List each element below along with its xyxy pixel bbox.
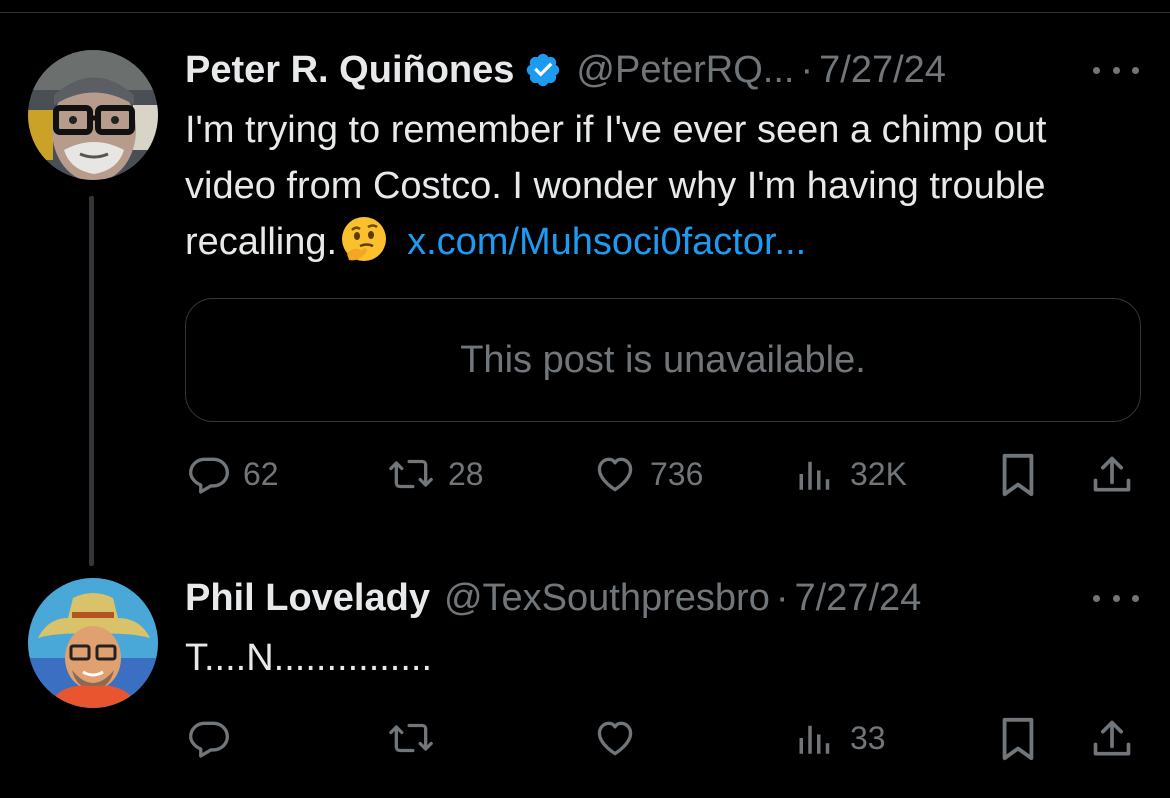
tweet-text: I'm trying to remember if I've ever seen…: [185, 102, 1145, 270]
top-divider: [0, 12, 1170, 13]
repost-icon: [386, 716, 436, 760]
bookmark-button[interactable]: [998, 452, 1038, 498]
share-button[interactable]: [1090, 716, 1134, 762]
quote-unavailable-text: This post is unavailable.: [460, 338, 866, 381]
repost-count: 28: [448, 455, 484, 492]
like-count: 736: [650, 455, 704, 492]
bookmark-icon: [998, 452, 1038, 498]
like-button[interactable]: [592, 716, 638, 760]
tweet-text: T....N...............: [185, 637, 433, 679]
like-button[interactable]: 736: [592, 452, 703, 496]
more-icon[interactable]: [1093, 588, 1139, 608]
quoted-post-unavailable: This post is unavailable.: [185, 298, 1141, 422]
repost-icon: [386, 452, 436, 496]
author-name[interactable]: Phil Lovelady: [185, 577, 430, 620]
share-icon: [1090, 716, 1134, 762]
avatar-phil[interactable]: [28, 578, 158, 708]
bookmark-icon: [998, 716, 1038, 762]
reply-icon: [187, 452, 231, 496]
separator-dot: ·: [800, 48, 814, 91]
tweet-link[interactable]: x.com/Muhsoci0factor...: [407, 221, 806, 263]
views-button[interactable]: 32K: [796, 452, 907, 496]
views-count: 32K: [850, 455, 907, 492]
share-icon: [1090, 452, 1134, 498]
reply-count: 62: [243, 455, 279, 492]
bookmark-button[interactable]: [998, 716, 1038, 762]
tweet-date[interactable]: 7/27/24: [819, 49, 946, 92]
author-name[interactable]: Peter R. Quiñones: [185, 49, 514, 92]
tweet-header: Phil Lovelady @TexSouthpresbro · 7/27/24: [185, 573, 921, 623]
repost-button[interactable]: 28: [386, 452, 484, 496]
reply-icon: [187, 716, 231, 760]
avatar-peter[interactable]: [28, 50, 158, 180]
tweet-date[interactable]: 7/27/24: [794, 577, 921, 620]
like-icon: [592, 452, 638, 496]
thinking-face-emoji-icon: [339, 214, 389, 264]
more-icon[interactable]: [1093, 60, 1139, 80]
author-handle[interactable]: @PeterRQ...: [576, 49, 794, 92]
thread-connector-line: [89, 196, 94, 566]
verified-badge-icon: [524, 51, 562, 89]
separator-dot: ·: [775, 576, 789, 619]
share-button[interactable]: [1090, 452, 1134, 498]
reply-button[interactable]: [187, 716, 231, 760]
repost-button[interactable]: [386, 716, 436, 760]
reply-button[interactable]: 62: [187, 452, 279, 496]
author-handle[interactable]: @TexSouthpresbro: [444, 577, 770, 620]
views-icon: [796, 716, 838, 760]
views-icon: [796, 452, 838, 496]
like-icon: [592, 716, 638, 760]
views-button[interactable]: 33: [796, 716, 886, 760]
tweet-header: Peter R. Quiñones @PeterRQ... · 7/27/24: [185, 45, 946, 95]
views-count: 33: [850, 719, 886, 756]
